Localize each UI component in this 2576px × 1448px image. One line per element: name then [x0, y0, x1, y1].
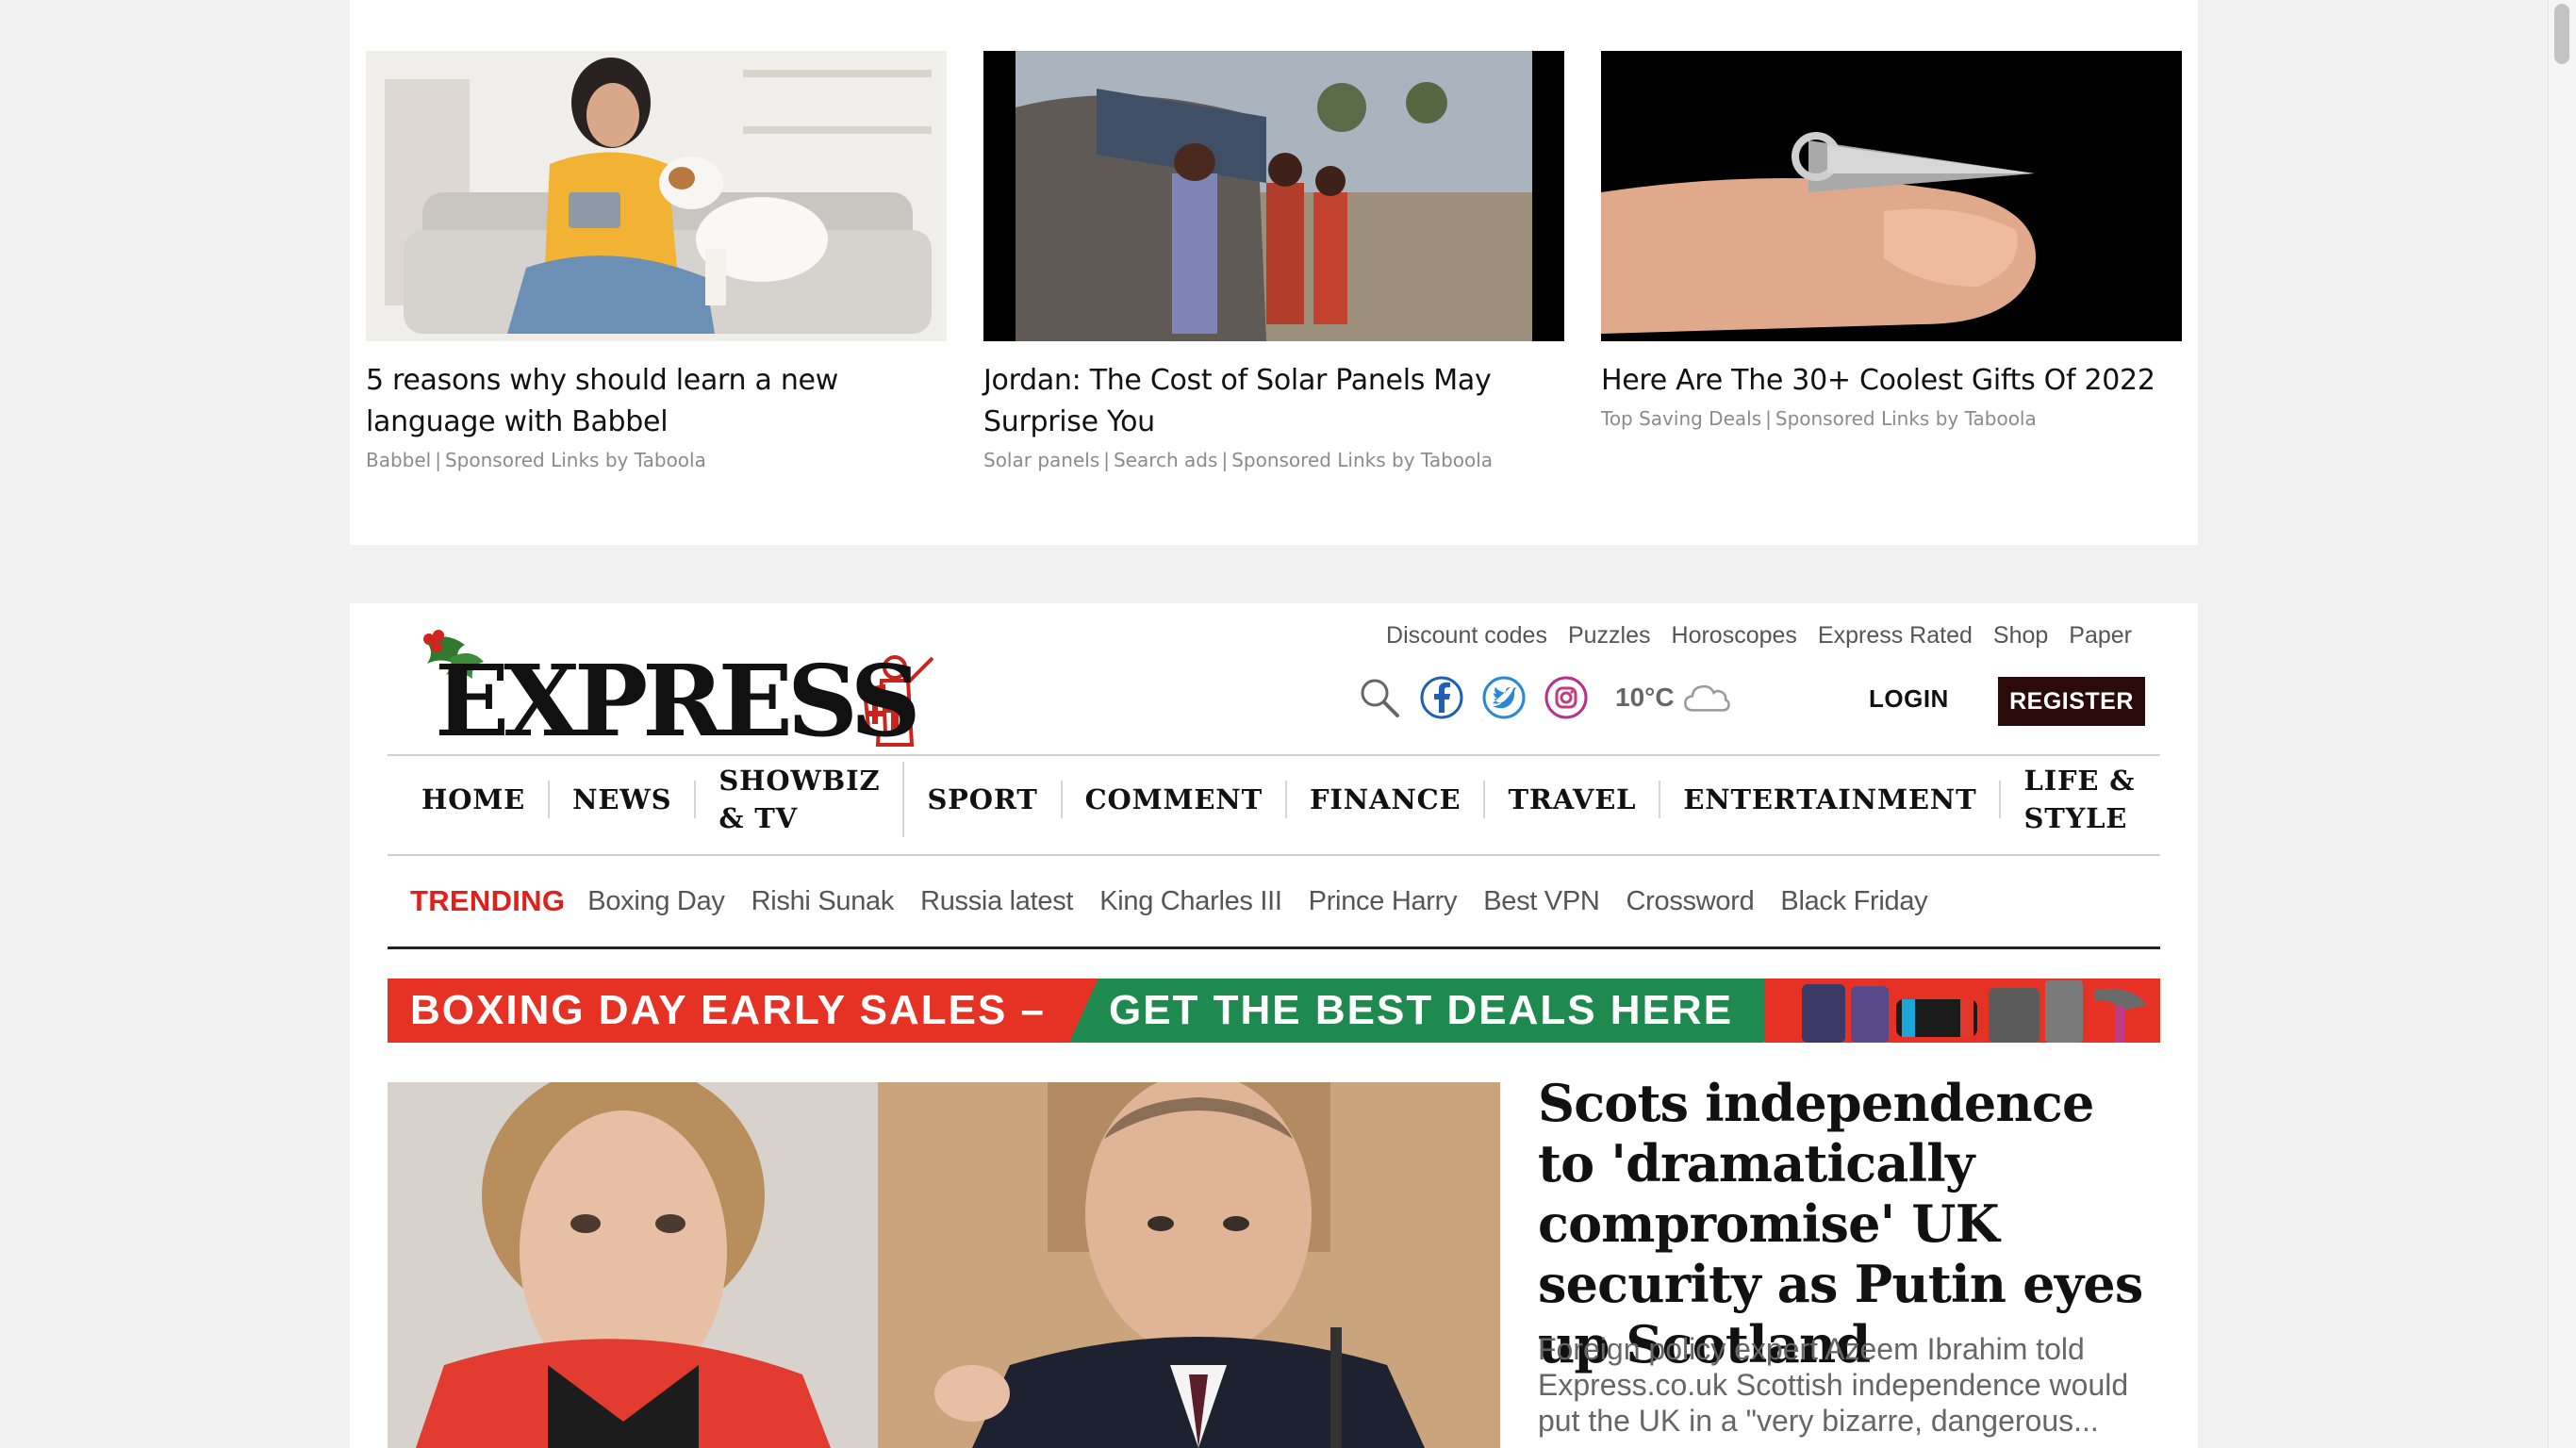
banner-text-sales: BOXING DAY EARLY SALES – [388, 979, 1101, 1043]
express-logo[interactable]: EXPRESS [416, 624, 944, 765]
instagram-icon[interactable] [1542, 673, 1591, 722]
banner-text-deals: GET THE BEST DEALS HERE [1068, 979, 1792, 1043]
lead-story-standfirst[interactable]: Foreign policy expert Azeem Ibrahim told… [1538, 1331, 2160, 1439]
sponsored-meta: Babbel | Sponsored Links by Taboola [366, 449, 947, 471]
scrollbar-thumb[interactable] [2554, 4, 2569, 64]
trending-link[interactable]: Rishi Sunak [751, 886, 895, 917]
nav-item-entertainment[interactable]: ENTERTAINMENT [1660, 781, 2002, 818]
util-link-express-rated[interactable]: Express Rated [1818, 622, 1973, 650]
trending-link[interactable]: Black Friday [1780, 886, 1927, 917]
sponsored-title[interactable]: Here Are The 30+ Coolest Gifts Of 2022 [1601, 360, 2182, 402]
nav-item-comment[interactable]: COMMENT [1063, 781, 1287, 818]
sponsored-source[interactable]: Top Saving Deals [1601, 407, 1761, 430]
trending-link[interactable]: Boxing Day [587, 886, 725, 917]
trending-link[interactable]: Prince Harry [1309, 886, 1458, 917]
facebook-icon[interactable] [1417, 673, 1466, 722]
sponsored-meta: Top Saving Deals | Sponsored Links by Tabo… [1601, 407, 2182, 430]
nav-item-showbiz[interactable]: SHOWBIZ & TV [696, 762, 905, 837]
util-link-discount-codes[interactable]: Discount codes [1386, 622, 1547, 650]
sponsored-source-2[interactable]: Search ads [1114, 449, 1217, 471]
search-icon[interactable] [1355, 673, 1404, 722]
sponsored-title[interactable]: 5 reasons why should learn a new languag… [366, 360, 947, 443]
trending-bar: TRENDING Boxing Day Rishi Sunak Russia l… [388, 856, 2160, 946]
logo-wordmark: EXPRESS [435, 643, 921, 759]
nav-item-home[interactable]: HOME [399, 781, 551, 818]
nav-item-finance[interactable]: FINANCE [1287, 781, 1486, 818]
nav-item-life-style[interactable]: LIFE & STYLE [2001, 762, 2160, 837]
divider [388, 946, 2160, 949]
sponsored-by-label[interactable]: Sponsored Links by Taboola [445, 449, 706, 471]
util-link-paper[interactable]: Paper [2069, 622, 2132, 650]
lead-story-headline[interactable]: Scots independence to 'dramatically comp… [1538, 1073, 2160, 1374]
nav-item-news[interactable]: NEWS [550, 781, 697, 818]
sponsored-card[interactable]: Here Are The 30+ Coolest Gifts Of 2022 T… [1601, 51, 2182, 430]
sponsored-title[interactable]: Jordan: The Cost of Solar Panels May Sur… [983, 360, 1564, 443]
util-link-puzzles[interactable]: Puzzles [1568, 622, 1651, 650]
promo-banner[interactable]: BOXING DAY EARLY SALES – GET THE BEST DE… [388, 979, 2160, 1043]
sponsored-meta: Solar panels | Search ads | Sponsored Links … [983, 449, 1564, 471]
sponsored-source[interactable]: Babbel [366, 449, 431, 471]
trending-link[interactable]: Crossword [1627, 886, 1755, 917]
sponsored-image-solar[interactable] [983, 51, 1564, 341]
sponsored-source[interactable]: Solar panels [983, 449, 1099, 471]
trending-link[interactable]: Russia latest [920, 886, 1073, 917]
nav-item-sport[interactable]: SPORT [904, 781, 1063, 818]
twitter-icon[interactable] [1479, 673, 1528, 722]
sponsored-image-babbel[interactable] [366, 51, 947, 341]
trending-link[interactable]: King Charles III [1099, 886, 1282, 917]
sponsored-card[interactable]: Jordan: The Cost of Solar Panels May Sur… [983, 51, 1564, 471]
taboola-widget: 5 reasons why should learn a new languag… [350, 0, 2198, 545]
temperature: 10°C [1615, 683, 1675, 712]
utility-links: Discount codes Puzzles Horoscopes Expres… [1386, 622, 2132, 650]
cloud-icon [1682, 673, 1731, 722]
login-button[interactable]: LOGIN [1869, 684, 1949, 714]
banner-products-image [1764, 979, 2160, 1043]
meta-separator: | [1765, 407, 1772, 430]
sponsored-card[interactable]: 5 reasons why should learn a new languag… [366, 51, 947, 471]
meta-separator: | [1103, 449, 1110, 471]
util-link-horoscopes[interactable]: Horoscopes [1672, 622, 1797, 650]
util-link-shop[interactable]: Shop [1993, 622, 2048, 650]
sponsored-image-gadget[interactable] [1601, 51, 2182, 341]
trending-label: TRENDING [410, 884, 566, 917]
trending-link[interactable]: Best VPN [1483, 886, 1600, 917]
lead-story-image[interactable] [388, 1082, 1500, 1448]
express-site: EXPRESS Discount codes Puzzles Horoscope… [350, 603, 2198, 1448]
meta-separator: | [435, 449, 441, 471]
nav-item-travel[interactable]: TRAVEL [1485, 781, 1661, 818]
sponsored-by-label[interactable]: Sponsored Links by Taboola [1775, 407, 2037, 430]
header-tools: 10°C [1355, 671, 1744, 724]
main-navigation: HOME NEWS SHOWBIZ & TV SPORT COMMENT FIN… [388, 756, 2160, 843]
register-button[interactable]: REGISTER [1998, 677, 2145, 726]
meta-separator: | [1221, 449, 1229, 471]
sponsored-by-label[interactable]: Sponsored Links by Taboola [1231, 449, 1493, 471]
page-scrollbar[interactable] [2548, 0, 2576, 1448]
